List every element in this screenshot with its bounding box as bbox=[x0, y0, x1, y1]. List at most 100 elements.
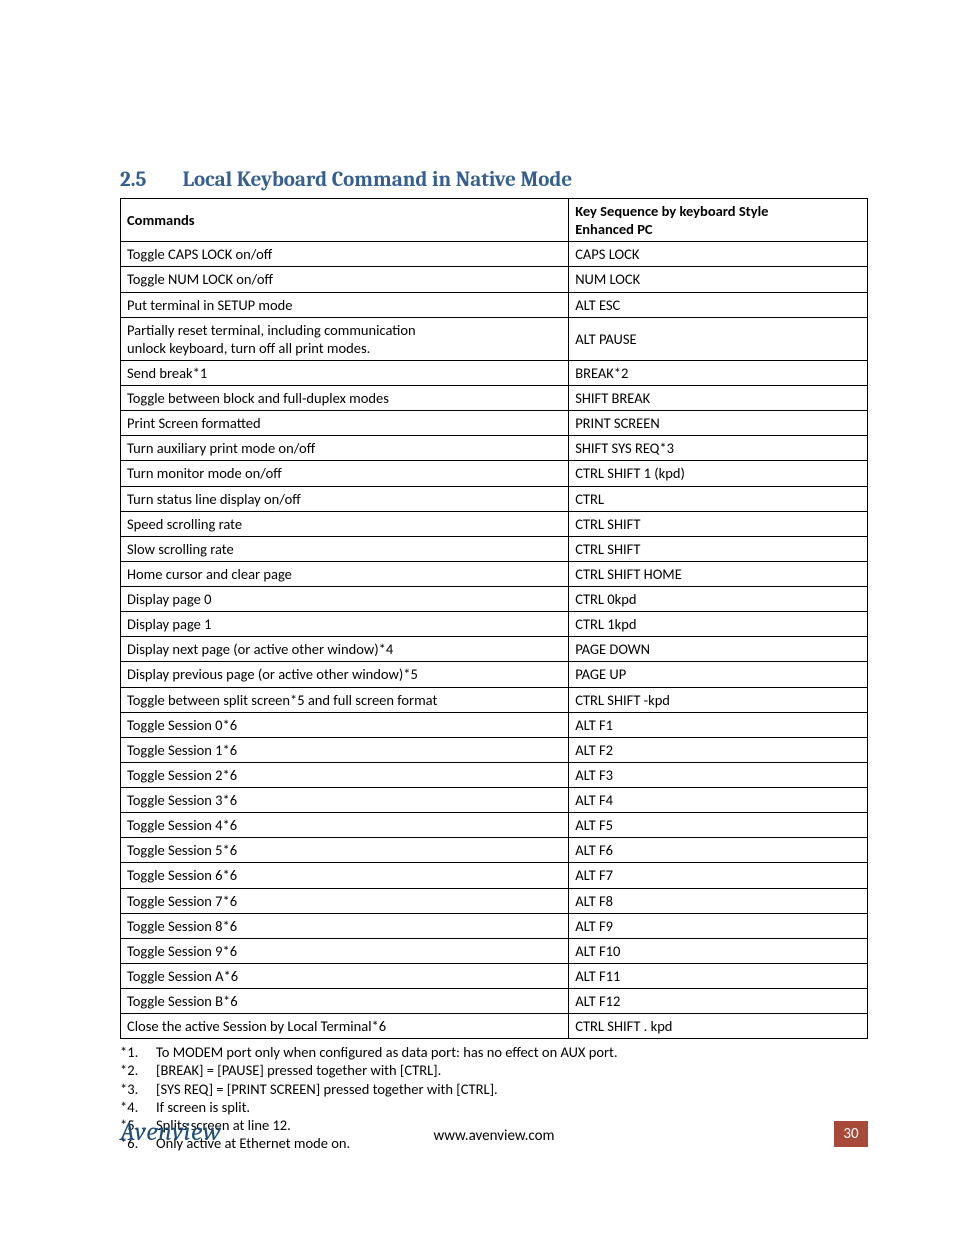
section-number: 2.5 bbox=[120, 168, 178, 192]
cell-key: ALT F10 bbox=[569, 938, 868, 963]
table-row: Display next page (or active other windo… bbox=[121, 637, 868, 662]
cell-command: Send break*1 bbox=[121, 360, 569, 385]
table-row: Partially reset terminal, including comm… bbox=[121, 317, 868, 360]
table-row: Toggle Session 0*6ALT F1 bbox=[121, 712, 868, 737]
cell-key: CTRL bbox=[569, 486, 868, 511]
table-row: Turn auxiliary print mode on/offSHIFT SY… bbox=[121, 436, 868, 461]
cell-key: ALT F12 bbox=[569, 989, 868, 1014]
cell-command: Turn auxiliary print mode on/off bbox=[121, 436, 569, 461]
page-number: 30 bbox=[834, 1121, 868, 1147]
cell-key: ALT F1 bbox=[569, 712, 868, 737]
table-row: Home cursor and clear pageCTRL SHIFT HOM… bbox=[121, 561, 868, 586]
table-row: Display page 1CTRL 1kpd bbox=[121, 612, 868, 637]
cell-command: Slow scrolling rate bbox=[121, 536, 569, 561]
cell-key: ALT F7 bbox=[569, 863, 868, 888]
section-heading: 2.5 Local Keyboard Command in Native Mod… bbox=[120, 168, 868, 192]
cell-command: Display previous page (or active other w… bbox=[121, 662, 569, 687]
table-row: Display previous page (or active other w… bbox=[121, 662, 868, 687]
table-row: Turn status line display on/offCTRL bbox=[121, 486, 868, 511]
cell-key: CTRL SHIFT bbox=[569, 536, 868, 561]
cell-command: Close the active Session by Local Termin… bbox=[121, 1014, 569, 1039]
cell-command: Display page 1 bbox=[121, 612, 569, 637]
cell-command: Toggle Session 7*6 bbox=[121, 888, 569, 913]
footnote-text: [SYS REQ] = [PRINT SCREEN] pressed toget… bbox=[156, 1080, 498, 1098]
table-row: Toggle Session 1*6ALT F2 bbox=[121, 737, 868, 762]
table-row: Toggle between split screen*5 and full s… bbox=[121, 687, 868, 712]
footer-site: www.avenview.com bbox=[120, 1127, 868, 1145]
commands-table: Commands Key Sequence by keyboard Style … bbox=[120, 198, 868, 1039]
cell-key: NUM LOCK bbox=[569, 267, 868, 292]
footnote: *4.If screen is split. bbox=[120, 1098, 868, 1116]
footnote: *3.[SYS REQ] = [PRINT SCREEN] pressed to… bbox=[120, 1080, 868, 1098]
cell-command: Turn status line display on/off bbox=[121, 486, 569, 511]
table-row: Toggle Session 4*6ALT F5 bbox=[121, 813, 868, 838]
cell-command: Display page 0 bbox=[121, 587, 569, 612]
cell-key: PAGE DOWN bbox=[569, 637, 868, 662]
footnote-mark: *1. bbox=[120, 1043, 156, 1061]
cell-key: CTRL SHIFT -kpd bbox=[569, 687, 868, 712]
footnote: *1.To MODEM port only when configured as… bbox=[120, 1043, 868, 1061]
cell-key: CTRL SHIFT 1 (kpd) bbox=[569, 461, 868, 486]
cell-key: ALT F9 bbox=[569, 913, 868, 938]
table-row: Toggle Session 8*6ALT F9 bbox=[121, 913, 868, 938]
cell-key: ALT F3 bbox=[569, 762, 868, 787]
footnote: *2.[BREAK] = [PAUSE] pressed together wi… bbox=[120, 1061, 868, 1079]
table-row: Close the active Session by Local Termin… bbox=[121, 1014, 868, 1039]
cell-command: Toggle NUM LOCK on/off bbox=[121, 267, 569, 292]
table-row: Turn monitor mode on/offCTRL SHIFT 1 (kp… bbox=[121, 461, 868, 486]
cell-command: Toggle Session 9*6 bbox=[121, 938, 569, 963]
cell-command: Print Screen formatted bbox=[121, 411, 569, 436]
cell-command: Put terminal in SETUP mode bbox=[121, 292, 569, 317]
cell-key: SHIFT SYS REQ*3 bbox=[569, 436, 868, 461]
cell-command: Toggle Session 6*6 bbox=[121, 863, 569, 888]
cell-key: CTRL SHIFT . kpd bbox=[569, 1014, 868, 1039]
cell-command: Toggle between block and full-duplex mod… bbox=[121, 386, 569, 411]
page-footer: Avenview www.avenview.com 30 bbox=[120, 1121, 868, 1147]
footnote-mark: *2. bbox=[120, 1061, 156, 1079]
cell-command: Toggle Session 3*6 bbox=[121, 788, 569, 813]
cell-command: Toggle Session A*6 bbox=[121, 963, 569, 988]
cell-command: Toggle Session 8*6 bbox=[121, 913, 569, 938]
cell-command: Toggle Session 5*6 bbox=[121, 838, 569, 863]
table-row: Toggle Session 6*6ALT F7 bbox=[121, 863, 868, 888]
table-row: Toggle Session 2*6ALT F3 bbox=[121, 762, 868, 787]
cell-command: Toggle Session 1*6 bbox=[121, 737, 569, 762]
table-row: Slow scrolling rateCTRL SHIFT bbox=[121, 536, 868, 561]
table-row: Toggle Session 7*6ALT F8 bbox=[121, 888, 868, 913]
cell-key: ALT F8 bbox=[569, 888, 868, 913]
section-title: Local Keyboard Command in Native Mode bbox=[183, 168, 573, 192]
table-body: Toggle CAPS LOCK on/offCAPS LOCKToggle N… bbox=[121, 242, 868, 1039]
cell-command: Toggle between split screen*5 and full s… bbox=[121, 687, 569, 712]
cell-key: SHIFT BREAK bbox=[569, 386, 868, 411]
table-row: Speed scrolling rateCTRL SHIFT bbox=[121, 511, 868, 536]
content-area: 2.5 Local Keyboard Command in Native Mod… bbox=[120, 168, 868, 1152]
cell-key: CTRL 0kpd bbox=[569, 587, 868, 612]
table-row: Toggle CAPS LOCK on/offCAPS LOCK bbox=[121, 242, 868, 267]
table-row: Send break*1BREAK*2 bbox=[121, 360, 868, 385]
header-commands: Commands bbox=[121, 199, 569, 242]
header-key-sequence: Key Sequence by keyboard Style Enhanced … bbox=[569, 199, 868, 242]
cell-key: PAGE UP bbox=[569, 662, 868, 687]
cell-key: ALT F6 bbox=[569, 838, 868, 863]
cell-command: Toggle Session 2*6 bbox=[121, 762, 569, 787]
table-row: Toggle NUM LOCK on/offNUM LOCK bbox=[121, 267, 868, 292]
table-row: Toggle Session 3*6ALT F4 bbox=[121, 788, 868, 813]
cell-command: Partially reset terminal, including comm… bbox=[121, 317, 569, 360]
table-row: Print Screen formattedPRINT SCREEN bbox=[121, 411, 868, 436]
cell-key: ALT F2 bbox=[569, 737, 868, 762]
cell-command: Toggle Session 4*6 bbox=[121, 813, 569, 838]
table-row: Toggle Session 9*6ALT F10 bbox=[121, 938, 868, 963]
table-header-row: Commands Key Sequence by keyboard Style … bbox=[121, 199, 868, 242]
cell-command: Toggle Session B*6 bbox=[121, 989, 569, 1014]
table-row: Toggle between block and full-duplex mod… bbox=[121, 386, 868, 411]
table-row: Toggle Session A*6ALT F11 bbox=[121, 963, 868, 988]
cell-key: BREAK*2 bbox=[569, 360, 868, 385]
footnote-text: If screen is split. bbox=[156, 1098, 250, 1116]
table-row: Put terminal in SETUP modeALT ESC bbox=[121, 292, 868, 317]
table-row: Display page 0CTRL 0kpd bbox=[121, 587, 868, 612]
footnote-mark: *4. bbox=[120, 1098, 156, 1116]
footnote-text: To MODEM port only when configured as da… bbox=[156, 1043, 618, 1061]
footnote-mark: *3. bbox=[120, 1080, 156, 1098]
cell-key: CTRL 1kpd bbox=[569, 612, 868, 637]
cell-command: Home cursor and clear page bbox=[121, 561, 569, 586]
